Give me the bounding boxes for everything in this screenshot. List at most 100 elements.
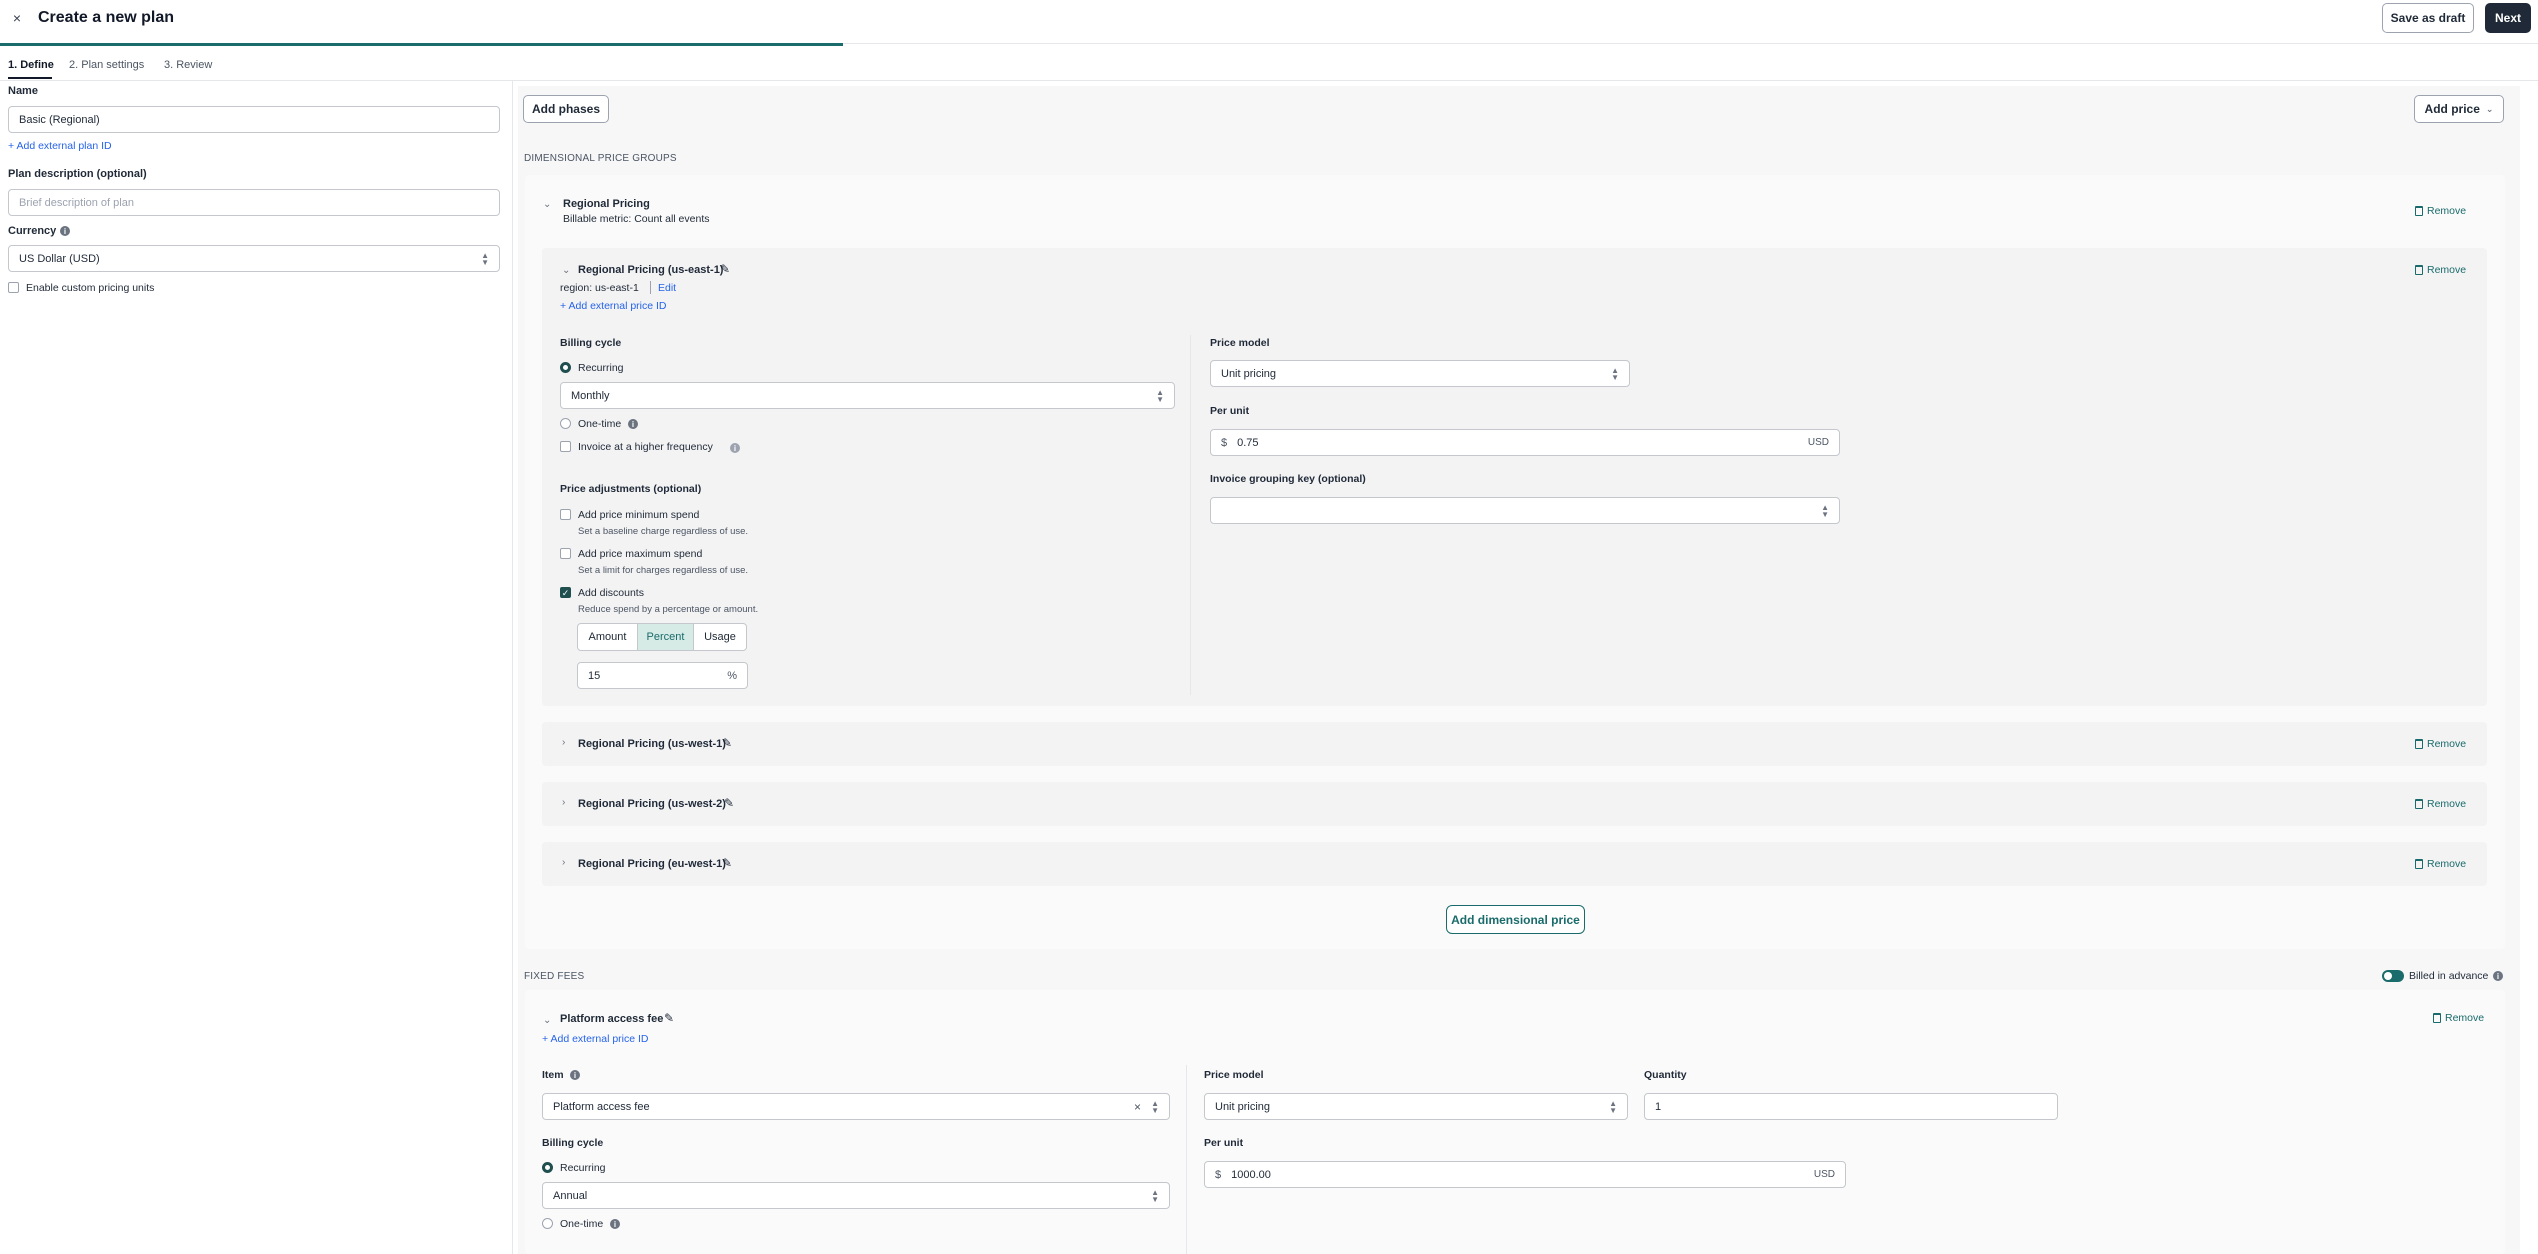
price-model-select[interactable]: Unit pricing ▲ ▼ xyxy=(1210,360,1630,387)
info-icon[interactable]: i xyxy=(2493,971,2503,981)
trash-icon xyxy=(2415,859,2423,869)
pencil-icon[interactable]: ✎ xyxy=(722,856,732,870)
price-card-us-west-1[interactable] xyxy=(542,722,2487,766)
fee-billing-cycle-select[interactable]: Annual ▲ ▼ xyxy=(542,1182,1170,1209)
region-value: region: us-east-1 xyxy=(560,282,639,294)
billed-in-advance-toggle[interactable] xyxy=(2382,970,2404,982)
one-time-label: One-time xyxy=(578,418,622,430)
save-as-draft-button[interactable]: Save as draft xyxy=(2382,3,2474,33)
tab-define[interactable]: 1. Define xyxy=(8,59,54,71)
discount-value: 15 xyxy=(588,669,601,682)
chevron-updown-icon: ▲ ▼ xyxy=(481,250,489,267)
remove-price-button[interactable]: Remove xyxy=(2415,738,2466,750)
grouping-key-select[interactable]: ▲ ▼ xyxy=(1210,497,1840,524)
custom-pricing-units-checkbox[interactable] xyxy=(8,282,19,293)
usd-suffix: USD xyxy=(1807,437,1829,448)
fee-billing-cycle-label: Billing cycle xyxy=(542,1137,604,1149)
pencil-icon[interactable]: ✎ xyxy=(664,1011,674,1025)
one-time-radio[interactable] xyxy=(560,418,571,429)
currency-label: Currency xyxy=(8,225,57,237)
info-icon[interactable]: i xyxy=(60,226,70,236)
info-icon[interactable]: i xyxy=(570,1070,580,1080)
fee-per-unit-input[interactable]: $1000.00 USD xyxy=(1204,1161,1846,1188)
discount-percent-input[interactable]: 15% xyxy=(577,662,748,689)
add-price-button[interactable]: Add price ⌄ xyxy=(2414,95,2504,123)
add-external-plan-id-link[interactable]: + Add external plan ID xyxy=(8,140,112,152)
remove-label: Remove xyxy=(2427,858,2467,870)
pencil-icon[interactable]: ✎ xyxy=(724,796,734,810)
currency-select[interactable]: US Dollar (USD) ▲ ▼ xyxy=(8,245,500,272)
remove-price-button[interactable]: Remove xyxy=(2415,798,2466,810)
fee-recurring-radio[interactable] xyxy=(542,1162,553,1173)
info-icon[interactable]: i xyxy=(610,1219,620,1229)
chevron-down-icon[interactable]: ⌄ xyxy=(543,199,551,210)
chevron-updown-icon: ▲ ▼ xyxy=(1611,365,1619,382)
group-title: Regional Pricing xyxy=(563,198,650,210)
group-metric: Billable metric: Count all events xyxy=(563,213,710,225)
plan-description-input[interactable]: Brief description of plan xyxy=(8,189,500,216)
chevron-right-icon[interactable]: › xyxy=(562,857,565,868)
chevron-down-icon[interactable]: ⌄ xyxy=(543,1015,551,1026)
fee-one-time-radio[interactable] xyxy=(542,1218,553,1229)
segment-amount[interactable]: Amount xyxy=(578,624,638,650)
pencil-icon[interactable]: ✎ xyxy=(722,736,732,750)
info-icon[interactable]: i xyxy=(730,443,740,453)
chevron-down-icon[interactable]: ⌄ xyxy=(562,265,570,276)
discounts-desc: Reduce spend by a percentage or amount. xyxy=(578,604,759,615)
tab-review[interactable]: 3. Review xyxy=(164,59,212,71)
name-input[interactable]: Basic (Regional) xyxy=(8,106,500,133)
remove-label: Remove xyxy=(2427,738,2467,750)
discounts-checkbox[interactable]: ✓ xyxy=(560,587,571,598)
add-price-label: Add price xyxy=(2424,102,2480,116)
price-card-us-west-2[interactable] xyxy=(542,782,2487,826)
name-label: Name xyxy=(8,85,38,97)
billed-in-advance-label: Billed in advance xyxy=(2409,970,2489,982)
price-card-title: Regional Pricing (us-west-2) xyxy=(578,798,726,810)
chevron-right-icon[interactable]: › xyxy=(562,797,565,808)
remove-price-button[interactable]: Remove xyxy=(2415,264,2466,276)
fixed-fees-title: FIXED FEES xyxy=(524,971,585,982)
segment-percent[interactable]: Percent xyxy=(638,624,694,650)
price-adjustments-label: Price adjustments (optional) xyxy=(560,483,702,495)
next-button[interactable]: Next xyxy=(2485,3,2531,33)
add-external-price-id-link[interactable]: + Add external price ID xyxy=(560,300,667,312)
remove-price-button[interactable]: Remove xyxy=(2415,858,2466,870)
invoice-higher-frequency-checkbox[interactable] xyxy=(560,441,571,452)
percent-unit: % xyxy=(727,669,737,682)
price-model-value: Unit pricing xyxy=(1221,367,1277,380)
chevron-updown-icon: ▲ ▼ xyxy=(1156,387,1164,404)
min-spend-label: Add price minimum spend xyxy=(578,509,700,521)
chevron-updown-icon: ▲ ▼ xyxy=(1151,1098,1159,1115)
min-spend-checkbox[interactable] xyxy=(560,509,571,520)
recurring-radio[interactable] xyxy=(560,362,571,373)
chevron-right-icon[interactable]: › xyxy=(562,737,565,748)
item-value: Platform access fee xyxy=(553,1100,650,1113)
remove-fee-button[interactable]: Remove xyxy=(2433,1012,2484,1024)
remove-group-button[interactable]: Remove xyxy=(2415,205,2466,217)
fee-price-model-select[interactable]: Unit pricing ▲ ▼ xyxy=(1204,1093,1628,1120)
item-select[interactable]: Platform access fee × ▲ ▼ xyxy=(542,1093,1170,1120)
chevron-down-icon: ⌄ xyxy=(2485,103,2494,114)
billing-cycle-select[interactable]: Monthly ▲ ▼ xyxy=(560,382,1175,409)
tab-define-underline xyxy=(8,77,52,79)
clear-icon[interactable]: × xyxy=(1134,1100,1141,1114)
price-card-eu-west-1[interactable] xyxy=(542,842,2487,886)
trash-icon xyxy=(2433,1013,2441,1023)
pencil-icon[interactable]: ✎ xyxy=(720,262,730,276)
add-phases-button[interactable]: Add phases xyxy=(523,95,609,123)
segment-usage[interactable]: Usage xyxy=(694,624,746,650)
edit-region-link[interactable]: Edit xyxy=(658,282,676,294)
chevron-updown-icon: ▲ ▼ xyxy=(1151,1187,1159,1204)
close-icon[interactable]: × xyxy=(10,11,24,25)
per-unit-input[interactable]: $0.75 USD xyxy=(1210,429,1840,456)
add-dimensional-price-button[interactable]: Add dimensional price xyxy=(1446,905,1585,934)
max-spend-desc: Set a limit for charges regardless of us… xyxy=(578,565,749,576)
max-spend-checkbox[interactable] xyxy=(560,548,571,559)
card-divider xyxy=(1190,335,1191,695)
add-external-price-id-link[interactable]: + Add external price ID xyxy=(542,1033,649,1045)
top-bar xyxy=(0,0,2538,44)
remove-label: Remove xyxy=(2445,1012,2485,1024)
quantity-input[interactable]: 1 xyxy=(1644,1093,2058,1120)
info-icon[interactable]: i xyxy=(628,419,638,429)
tab-plan-settings[interactable]: 2. Plan settings xyxy=(69,59,144,71)
